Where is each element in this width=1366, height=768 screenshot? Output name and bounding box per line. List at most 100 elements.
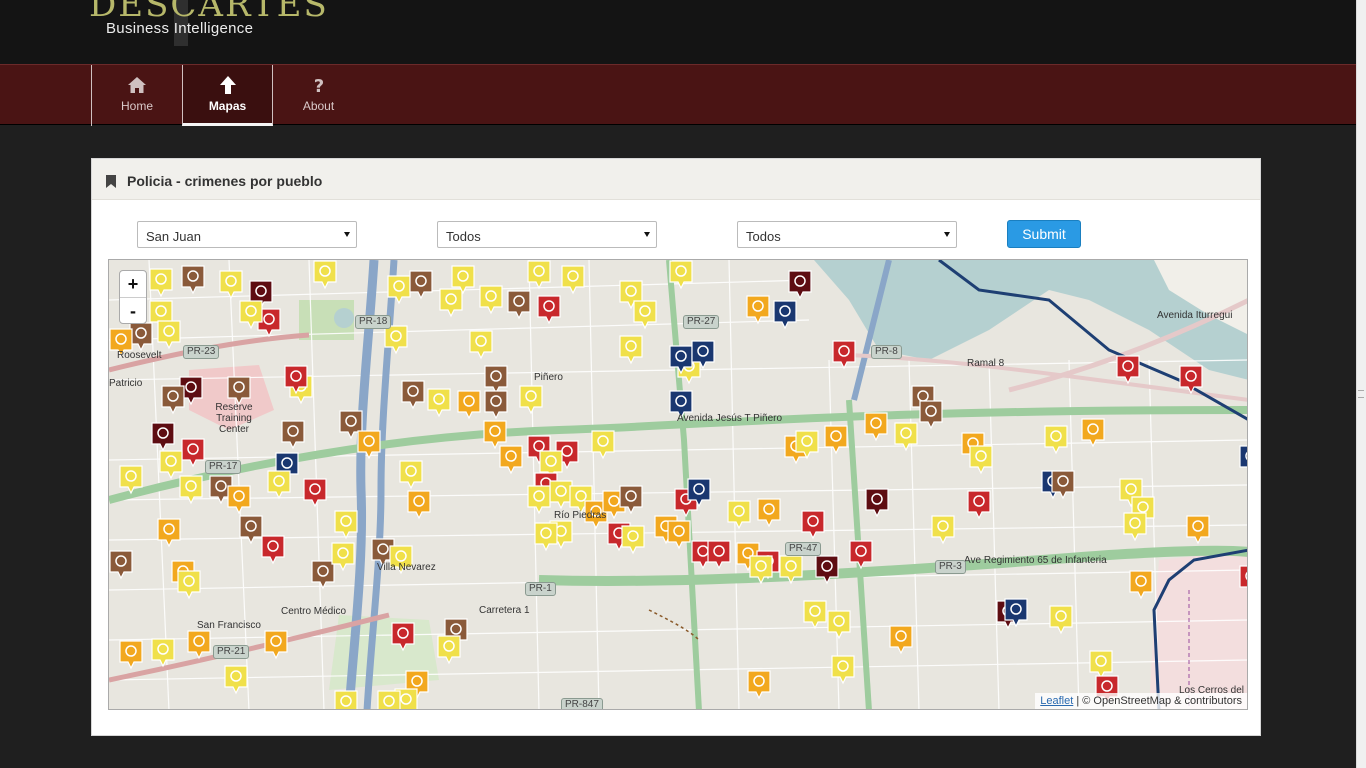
vehicle-theft-marker[interactable]	[281, 420, 305, 450]
zoom-in-button[interactable]: +	[120, 271, 146, 297]
robbery-marker[interactable]	[239, 300, 263, 330]
other-marker[interactable]	[773, 300, 797, 330]
vehicle-theft-marker[interactable]	[484, 390, 508, 420]
robbery-marker[interactable]	[633, 300, 657, 330]
robbery-marker[interactable]	[749, 555, 773, 585]
pueblo-select[interactable]: San Juan	[137, 221, 357, 248]
robbery-marker[interactable]	[479, 285, 503, 315]
burglary-marker[interactable]	[407, 490, 431, 520]
burglary-marker[interactable]	[1129, 570, 1153, 600]
other-marker[interactable]	[687, 478, 711, 508]
nav-mapas[interactable]: Mapas	[182, 65, 273, 126]
submit-button[interactable]: Submit	[1007, 220, 1081, 248]
burglary-marker[interactable]	[499, 445, 523, 475]
assault-marker[interactable]	[1116, 355, 1140, 385]
other-marker[interactable]	[1004, 598, 1028, 628]
robbery-marker[interactable]	[119, 465, 143, 495]
homicide-marker[interactable]	[788, 270, 812, 300]
robbery-marker[interactable]	[1123, 512, 1147, 542]
burglary-marker[interactable]	[824, 425, 848, 455]
robbery-marker[interactable]	[1049, 605, 1073, 635]
robbery-marker[interactable]	[827, 610, 851, 640]
burglary-marker[interactable]	[227, 485, 251, 515]
robbery-marker[interactable]	[1044, 425, 1068, 455]
assault-marker[interactable]	[284, 365, 308, 395]
robbery-marker[interactable]	[451, 265, 475, 295]
burglary-marker[interactable]	[746, 295, 770, 325]
burglary-marker[interactable]	[264, 630, 288, 660]
assault-marker[interactable]	[1179, 365, 1203, 395]
homicide-marker[interactable]	[815, 555, 839, 585]
robbery-marker[interactable]	[427, 388, 451, 418]
vehicle-theft-marker[interactable]	[919, 400, 943, 430]
vehicle-theft-marker[interactable]	[109, 550, 133, 580]
robbery-marker[interactable]	[795, 430, 819, 460]
burglary-marker[interactable]	[457, 390, 481, 420]
nav-home[interactable]: Home	[91, 65, 182, 126]
tipo-select[interactable]: Todos	[737, 221, 957, 248]
robbery-marker[interactable]	[803, 600, 827, 630]
assault-marker[interactable]	[391, 622, 415, 652]
assault-marker[interactable]	[707, 540, 731, 570]
robbery-marker[interactable]	[334, 690, 358, 709]
burglary-marker[interactable]	[747, 670, 771, 700]
robbery-marker[interactable]	[534, 522, 558, 552]
crime-map[interactable]: Piñero Reserve Training Center Centro Médi…	[108, 259, 1248, 710]
robbery-marker[interactable]	[561, 265, 585, 295]
robbery-marker[interactable]	[527, 260, 551, 290]
robbery-marker[interactable]	[519, 385, 543, 415]
leaflet-link[interactable]: Leaflet	[1040, 695, 1073, 707]
nav-about[interactable]: ? About	[273, 65, 364, 126]
assault-marker[interactable]	[261, 535, 285, 565]
vehicle-theft-marker[interactable]	[401, 380, 425, 410]
assault-marker[interactable]	[303, 478, 327, 508]
assault-marker[interactable]	[832, 340, 856, 370]
vehicle-theft-marker[interactable]	[507, 290, 531, 320]
burglary-marker[interactable]	[187, 630, 211, 660]
robbery-marker[interactable]	[157, 320, 181, 350]
robbery-marker[interactable]	[619, 335, 643, 365]
robbery-marker[interactable]	[399, 460, 423, 490]
robbery-marker[interactable]	[151, 638, 175, 668]
robbery-marker[interactable]	[387, 275, 411, 305]
other-marker[interactable]	[691, 340, 715, 370]
other-marker[interactable]	[669, 345, 693, 375]
robbery-marker[interactable]	[527, 485, 551, 515]
homicide-marker[interactable]	[865, 488, 889, 518]
assault-marker[interactable]	[537, 295, 561, 325]
assault-marker[interactable]	[181, 438, 205, 468]
robbery-marker[interactable]	[384, 325, 408, 355]
robbery-marker[interactable]	[727, 500, 751, 530]
robbery-marker[interactable]	[779, 555, 803, 585]
scrollbar-grip[interactable]	[1358, 390, 1364, 398]
burglary-marker[interactable]	[357, 430, 381, 460]
burglary-marker[interactable]	[667, 520, 691, 550]
homicide-marker[interactable]	[151, 422, 175, 452]
burglary-marker[interactable]	[757, 498, 781, 528]
robbery-marker[interactable]	[267, 470, 291, 500]
robbery-marker[interactable]	[219, 270, 243, 300]
robbery-marker[interactable]	[377, 690, 401, 709]
robbery-marker[interactable]	[931, 515, 955, 545]
vehicle-theft-marker[interactable]	[1051, 470, 1075, 500]
vehicle-theft-marker[interactable]	[161, 385, 185, 415]
burglary-marker[interactable]	[1081, 418, 1105, 448]
assault-marker[interactable]	[1239, 565, 1247, 595]
burglary-marker[interactable]	[864, 412, 888, 442]
robbery-marker[interactable]	[224, 665, 248, 695]
burglary-marker[interactable]	[119, 640, 143, 670]
burglary-marker[interactable]	[1186, 515, 1210, 545]
robbery-marker[interactable]	[437, 635, 461, 665]
assault-marker[interactable]	[801, 510, 825, 540]
robbery-marker[interactable]	[177, 570, 201, 600]
robbery-marker[interactable]	[894, 422, 918, 452]
vehicle-theft-marker[interactable]	[409, 270, 433, 300]
vehicle-theft-marker[interactable]	[181, 265, 205, 295]
zoom-out-button[interactable]: -	[120, 297, 146, 323]
assault-marker[interactable]	[849, 540, 873, 570]
robbery-marker[interactable]	[591, 430, 615, 460]
robbery-marker[interactable]	[831, 655, 855, 685]
burglary-marker[interactable]	[157, 518, 181, 548]
robbery-marker[interactable]	[179, 475, 203, 505]
vehicle-theft-marker[interactable]	[619, 485, 643, 515]
